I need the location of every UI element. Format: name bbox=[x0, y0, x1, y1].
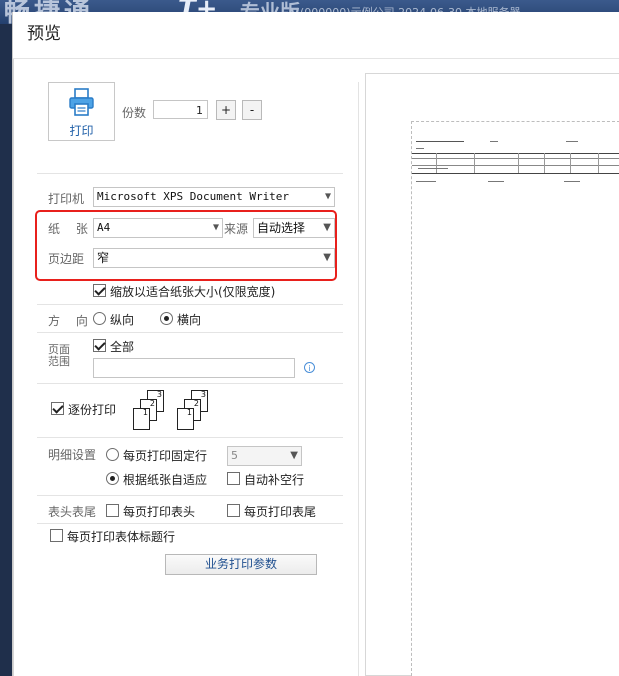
background-app-area bbox=[0, 24, 12, 676]
page-range-label-1: 页面 bbox=[48, 343, 70, 356]
highlight-box bbox=[35, 210, 337, 281]
orientation-portrait-label: 纵向 bbox=[110, 313, 135, 327]
printer-label: 打印机 bbox=[48, 192, 85, 206]
print-button[interactable]: 打印 bbox=[48, 82, 115, 141]
auto-fit-radio[interactable] bbox=[106, 472, 119, 485]
preview-table-border bbox=[412, 165, 619, 166]
page-sheet-1: 1 bbox=[133, 408, 150, 430]
business-print-params-button[interactable]: 业务打印参数 bbox=[165, 554, 317, 575]
copies-label: 份数 bbox=[122, 106, 147, 120]
preview-page bbox=[411, 121, 619, 676]
preview-footer-line bbox=[416, 181, 436, 182]
preview-column-line bbox=[474, 153, 475, 173]
print-footer-checkbox[interactable] bbox=[227, 504, 240, 517]
copies-increment-button[interactable]: + bbox=[216, 100, 236, 120]
fixed-rows-radio[interactable] bbox=[106, 448, 119, 461]
preview-table-border bbox=[412, 158, 619, 159]
printer-select-value: Microsoft XPS Document Writer bbox=[97, 190, 290, 203]
preview-column-line bbox=[598, 153, 599, 173]
collate-label: 逐份打印 bbox=[68, 403, 117, 417]
printer-select[interactable]: Microsoft XPS Document Writer ▼ bbox=[93, 187, 335, 207]
divider bbox=[37, 523, 343, 524]
preview-text-line bbox=[490, 141, 498, 142]
preview-column-line bbox=[436, 153, 437, 173]
print-footer-label: 每页打印表尾 bbox=[244, 505, 317, 519]
auto-fill-label: 自动补空行 bbox=[244, 473, 305, 487]
copies-decrement-button[interactable]: - bbox=[242, 100, 262, 120]
dialog-title: 预览 bbox=[27, 24, 61, 44]
orientation-landscape-radio[interactable] bbox=[160, 312, 173, 325]
preview-table-border bbox=[412, 173, 619, 174]
print-header-checkbox[interactable] bbox=[106, 504, 119, 517]
divider bbox=[37, 173, 343, 174]
preview-footer-line bbox=[488, 181, 504, 182]
divider bbox=[37, 437, 343, 438]
preview-title-line bbox=[416, 141, 464, 142]
print-button-label: 打印 bbox=[69, 124, 94, 138]
title-separator bbox=[13, 58, 619, 59]
print-title-row-label: 每页打印表体标题行 bbox=[67, 530, 176, 544]
fit-to-paper-label: 缩放以适合纸张大小(仅限宽度) bbox=[110, 285, 276, 299]
page-range-all-checkbox[interactable] bbox=[93, 339, 106, 352]
auto-fill-checkbox[interactable] bbox=[227, 472, 240, 485]
rows-count-select[interactable]: 5 ▼ bbox=[227, 446, 302, 466]
preview-footer-line bbox=[564, 181, 580, 182]
divider bbox=[37, 304, 343, 305]
panel-divider bbox=[358, 82, 359, 676]
print-header-label: 每页打印表头 bbox=[123, 505, 196, 519]
page-range-all-label: 全部 bbox=[110, 340, 135, 354]
detail-settings-label: 明细设置 bbox=[48, 448, 97, 462]
fit-to-paper-checkbox[interactable] bbox=[93, 284, 106, 297]
rows-count-value: 5 bbox=[231, 449, 238, 462]
page-range-label-2: 范围 bbox=[48, 355, 70, 368]
auto-fit-label: 根据纸张自适应 bbox=[123, 473, 208, 487]
chevron-down-icon: ▼ bbox=[290, 450, 298, 461]
orientation-label: 方 向 bbox=[48, 314, 94, 328]
collate-pages-icon: 3 2 1 bbox=[133, 390, 167, 430]
page-range-input[interactable] bbox=[93, 358, 295, 378]
preview-column-line bbox=[570, 153, 571, 173]
collate-pages-icon: 3 2 1 bbox=[177, 390, 211, 430]
preview-column-line bbox=[544, 153, 545, 173]
header-footer-label: 表头表尾 bbox=[48, 505, 97, 519]
info-icon[interactable]: i bbox=[304, 362, 315, 373]
orientation-landscape-label: 横向 bbox=[177, 313, 202, 327]
chevron-down-icon: ▼ bbox=[324, 191, 331, 202]
collate-checkbox[interactable] bbox=[51, 402, 64, 415]
preview-text-line bbox=[418, 168, 448, 169]
preview-text-line bbox=[566, 141, 578, 142]
divider bbox=[37, 495, 343, 496]
printer-icon bbox=[69, 88, 94, 116]
preview-text-line bbox=[416, 148, 424, 149]
preview-column-line bbox=[518, 153, 519, 173]
preview-table-border bbox=[412, 153, 619, 154]
page-sheet-1: 1 bbox=[177, 408, 194, 430]
fixed-rows-label: 每页打印固定行 bbox=[123, 449, 208, 463]
preview-dialog: 预览 打印 份数 1 + - 打印机 Microsoft XPS Documen… bbox=[12, 12, 619, 676]
dialog-left-border bbox=[13, 59, 14, 676]
print-title-row-checkbox[interactable] bbox=[50, 529, 63, 542]
copies-input[interactable]: 1 bbox=[153, 100, 208, 119]
divider bbox=[37, 332, 343, 333]
orientation-portrait-radio[interactable] bbox=[93, 312, 106, 325]
divider bbox=[37, 383, 343, 384]
